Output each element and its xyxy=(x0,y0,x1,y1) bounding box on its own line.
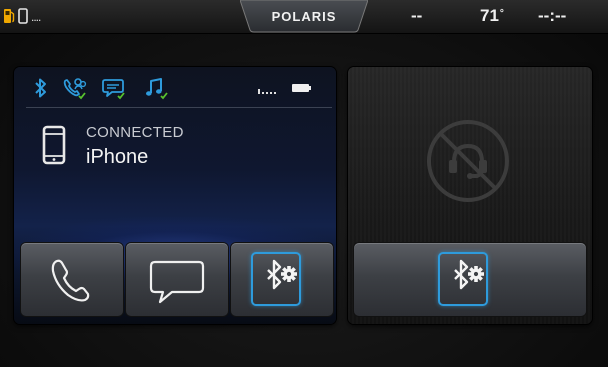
status-signal-dots: .... xyxy=(31,10,41,24)
chat-bubble-icon xyxy=(149,260,205,304)
temperature-readout: 71° xyxy=(480,6,504,26)
brand-tab: POLARIS xyxy=(240,0,368,33)
bluetooth-settings-button[interactable] xyxy=(231,243,333,316)
device-name: iPhone xyxy=(86,146,149,168)
polaris-logo: POLARIS xyxy=(271,9,337,24)
status-value-left: -- xyxy=(411,6,423,25)
second-bluetooth-settings-button[interactable] xyxy=(354,243,586,316)
status-left-group: .... xyxy=(3,8,41,24)
status-bar: .... POLARIS -- 71° --:-- xyxy=(0,0,608,34)
music-icon xyxy=(144,77,170,101)
temperature-unit: ° xyxy=(499,8,504,19)
smartphone-icon xyxy=(42,125,66,170)
messages-button[interactable] xyxy=(126,243,228,316)
messages-icon xyxy=(102,77,128,101)
no-device-icon xyxy=(425,118,511,209)
clock-readout: --:-- xyxy=(538,6,567,25)
phone-handset-icon xyxy=(51,259,90,302)
phone-contacts-icon xyxy=(62,77,88,101)
signal-strength-icon xyxy=(258,86,278,94)
bluetooth-settings-icon xyxy=(454,259,484,290)
phone-status-icon xyxy=(18,8,28,24)
panel-divider xyxy=(26,107,332,108)
feature-icon-row xyxy=(14,75,336,105)
temperature-value: 71 xyxy=(480,6,499,25)
bluetooth-icon xyxy=(34,77,48,99)
bluetooth-settings-icon xyxy=(267,259,297,290)
connection-status: CONNECTED xyxy=(86,124,184,141)
fuel-pump-icon xyxy=(3,8,15,24)
battery-icon xyxy=(292,83,312,93)
call-button[interactable] xyxy=(21,243,123,316)
